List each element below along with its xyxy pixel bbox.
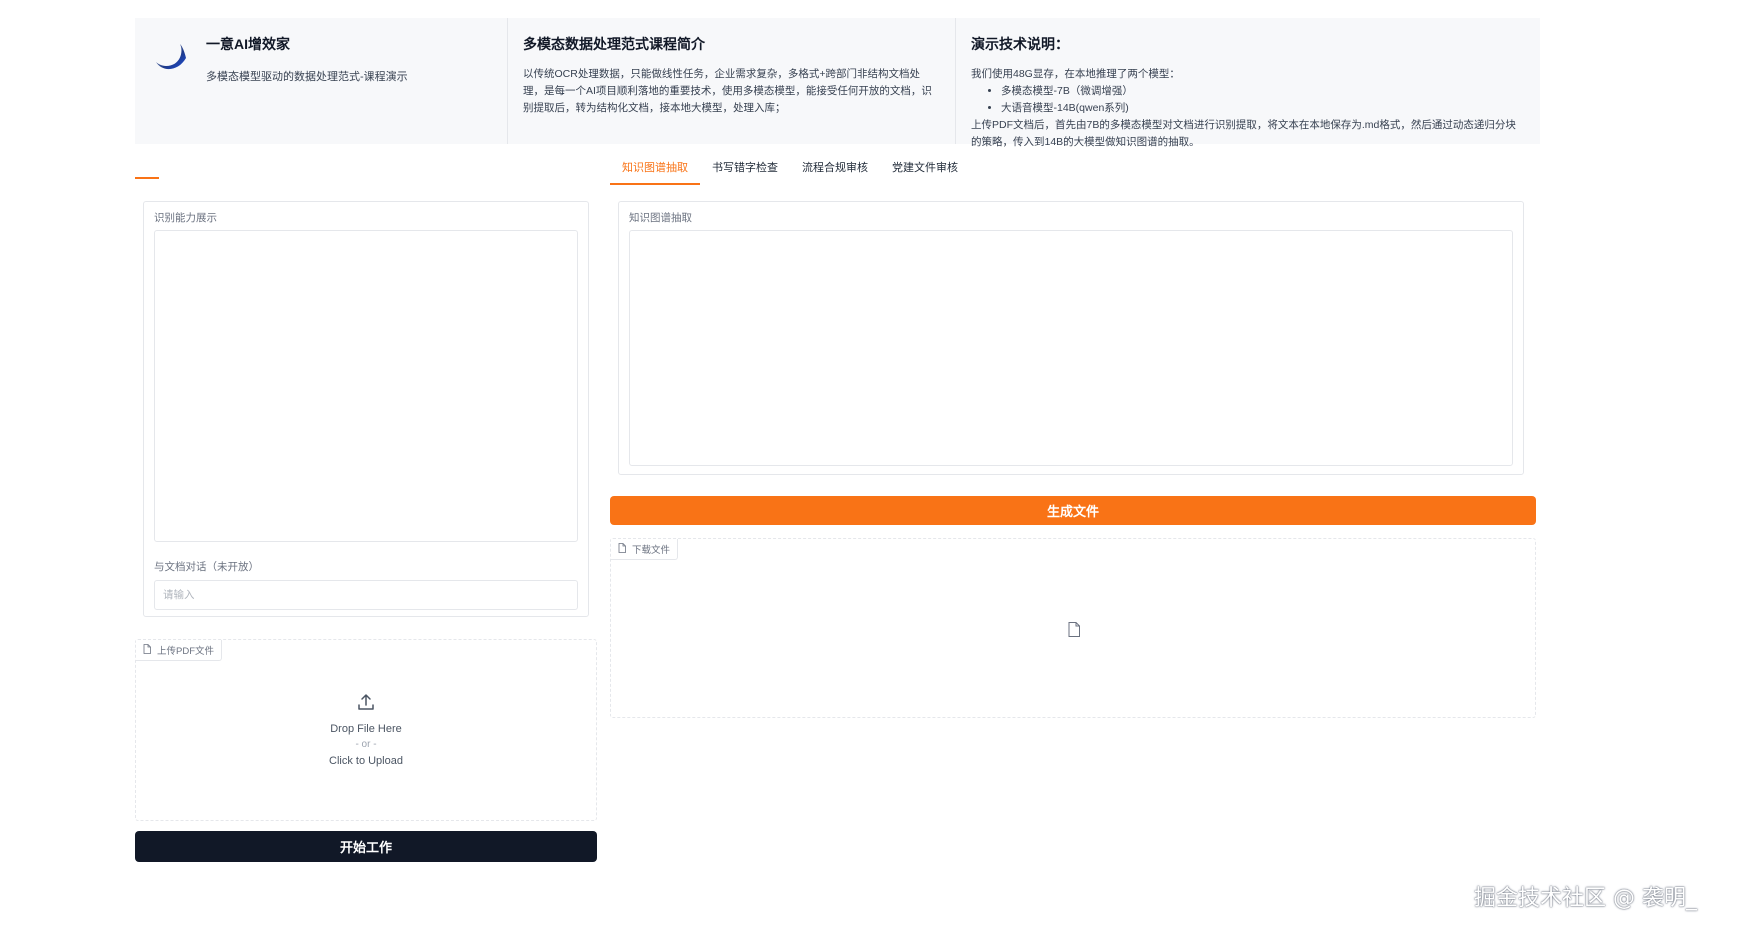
- graph-extraction-output[interactable]: [629, 230, 1513, 466]
- intro-title: 多模态数据处理范式课程简介: [523, 36, 705, 52]
- recognition-output[interactable]: [154, 230, 578, 542]
- upload-tag: 上传PDF文件: [136, 640, 223, 661]
- drop-text: Drop File Here: [330, 723, 402, 735]
- download-tag-label: 下载文件: [632, 545, 671, 556]
- upload-prompt: Drop File Here - or - Click to Upload: [136, 692, 596, 767]
- tech-intro: 我们使用48G显存，在本地推理了两个模型：: [971, 68, 1180, 80]
- tab-party-doc-review[interactable]: 党建文件审核: [880, 155, 970, 185]
- recognition-panel: 识别能力展示 与文档对话（未开放）: [143, 201, 589, 617]
- recognition-label: 识别能力展示: [154, 212, 217, 224]
- download-zone[interactable]: 下载文件: [610, 538, 1536, 718]
- intro-body: 以传统OCR处理数据，只能做线性任务，企业需求复杂，多格式+跨部门非结构文档处理…: [523, 68, 932, 114]
- pdf-upload-zone[interactable]: 上传PDF文件 Drop File Here - or - Click to U…: [135, 639, 597, 821]
- start-work-button[interactable]: 开始工作: [135, 831, 597, 862]
- or-text: - or -: [355, 739, 377, 750]
- tech-title: 演示技术说明：: [971, 36, 1069, 52]
- tech-body: 我们使用48G显存，在本地推理了两个模型： 多模态模型-7B（微调增强） 大语音…: [971, 66, 1525, 151]
- tab-knowledge-graph[interactable]: 知识图谱抽取: [610, 155, 700, 185]
- upload-tag-label: 上传PDF文件: [157, 646, 215, 657]
- file-icon: [1068, 622, 1080, 642]
- graph-extraction-label: 知识图谱抽取: [629, 212, 692, 224]
- tech-outro: 上传PDF文档后，首先由7B的多模态模型对文档进行识别提取，将文本在本地保存为.…: [971, 119, 1516, 148]
- header-banner: 一意AI增效家 多模态模型驱动的数据处理范式-课程演示 多模态数据处理范式课程简…: [135, 18, 1540, 148]
- file-icon: [143, 643, 151, 657]
- brand-section: 一意AI增效家 多模态模型驱动的数据处理范式-课程演示: [135, 18, 507, 144]
- intro-section: 多模态数据处理范式课程简介 以传统OCR处理数据，只能做线性任务，企业需求复杂，…: [507, 18, 955, 144]
- chat-label: 与文档对话（未开放）: [154, 561, 259, 573]
- model-list: 多模态模型-7B（微调增强） 大语音模型-14B(qwen系列): [971, 83, 1525, 117]
- tab-bar: 知识图谱抽取 书写错字检查 流程合规审核 党建文件审核: [610, 155, 970, 185]
- click-upload-text: Click to Upload: [329, 755, 403, 767]
- generate-file-button[interactable]: 生成文件: [610, 496, 1536, 525]
- tab-typo-check[interactable]: 书写错字检查: [700, 155, 790, 185]
- chat-input[interactable]: [154, 580, 578, 610]
- tab-compliance-review[interactable]: 流程合规审核: [790, 155, 880, 185]
- model-item: 多模态模型-7B（微调增强）: [1001, 83, 1525, 100]
- file-icon: [618, 542, 626, 556]
- crescent-logo-icon: [150, 38, 194, 82]
- left-tab-indicator: [135, 177, 159, 179]
- brand-subtitle: 多模态模型驱动的数据处理范式-课程演示: [206, 71, 408, 83]
- model-item: 大语音模型-14B(qwen系列): [1001, 100, 1525, 117]
- download-tag: 下载文件: [611, 539, 679, 560]
- watermark: 掘金技术社区 @ 袭明_: [1474, 886, 1697, 911]
- tech-section: 演示技术说明： 我们使用48G显存，在本地推理了两个模型： 多模态模型-7B（微…: [955, 18, 1540, 148]
- upload-arrow-icon: [356, 692, 376, 717]
- brand-title: 一意AI增效家: [206, 36, 290, 52]
- graph-extraction-panel: 知识图谱抽取: [618, 201, 1524, 475]
